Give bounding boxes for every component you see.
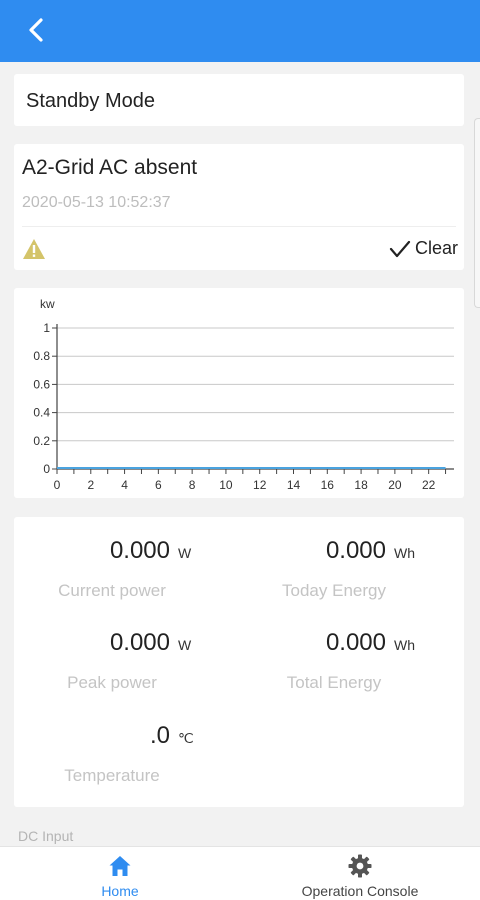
y-axis-label: kw <box>40 297 55 311</box>
peak-power-value: 0.000 <box>109 629 170 656</box>
y-tick-label: 0.4 <box>33 406 50 420</box>
alarm-timestamp: 2020-05-13 10:52:37 <box>22 194 171 211</box>
temperature-label: Temperature <box>64 766 160 785</box>
nav-home[interactable]: Home <box>60 847 180 900</box>
alarm-title: A2-Grid AC absent <box>22 156 198 179</box>
x-tick-label: 10 <box>219 478 233 492</box>
back-arrow-icon <box>29 18 43 42</box>
clear-alarm-button[interactable]: Clear <box>389 238 458 259</box>
nav-home-label: Home <box>101 883 139 899</box>
y-tick-label: 0.2 <box>33 434 50 448</box>
x-tick-label: 12 <box>253 478 267 492</box>
app-header <box>0 0 480 62</box>
current-power-label: Current power <box>58 581 166 600</box>
today-energy-value: 0.000 <box>325 537 386 564</box>
x-tick-label: 0 <box>54 478 61 492</box>
nav-console-label: Operation Console <box>301 883 419 899</box>
x-tick-label: 16 <box>321 478 335 492</box>
current-power-unit: W <box>178 545 192 561</box>
x-tick-label: 14 <box>287 478 301 492</box>
bottom-nav: Home Operation Console <box>0 846 480 900</box>
today-energy-label: Today Energy <box>282 581 386 600</box>
nav-operation-console[interactable]: Operation Console <box>280 847 440 900</box>
x-tick-label: 2 <box>87 478 94 492</box>
back-button[interactable] <box>20 14 52 46</box>
stats-card: 0.000 W Current power 0.000 Wh Today Ene… <box>14 517 464 807</box>
status-card: Standby Mode <box>14 74 464 126</box>
temperature-value: .0 <box>149 722 170 749</box>
side-handle[interactable] <box>474 118 480 308</box>
total-energy-unit: Wh <box>394 637 415 653</box>
x-tick-label: 20 <box>388 478 402 492</box>
x-tick-label: 8 <box>189 478 196 492</box>
y-tick-label: 1 <box>43 321 50 335</box>
today-energy-unit: Wh <box>394 545 415 561</box>
y-tick-label: 0.6 <box>33 377 50 391</box>
home-icon <box>109 856 131 876</box>
alarm-card: A2-Grid AC absent 2020-05-13 10:52:37 Cl… <box>14 144 464 270</box>
peak-power-unit: W <box>178 637 192 653</box>
gear-icon <box>348 854 372 878</box>
clear-label: Clear <box>414 238 458 258</box>
temperature-unit: ℃ <box>178 730 194 746</box>
check-icon <box>389 240 411 257</box>
power-chart-card: kw 0 0.2 0.4 0.6 0.8 1 0 2 4 6 8 10 12 14 16 18 20 22 <box>14 288 464 498</box>
current-power-value: 0.000 <box>109 537 170 564</box>
y-tick-label: 0 <box>43 462 50 476</box>
warning-icon <box>23 239 45 259</box>
power-chart: kw00.20.40.60.810 2 4 6 8 10 12 14 16 18 20 22 <box>33 297 454 492</box>
status-mode-text: Standby Mode <box>26 90 155 112</box>
peak-power-label: Peak power <box>67 673 157 692</box>
divider <box>22 226 456 227</box>
x-tick-label: 4 <box>121 478 128 492</box>
y-tick-label: 0.8 <box>33 349 50 363</box>
x-tick-label: 18 <box>354 478 368 492</box>
dc-input-section-label: DC Input <box>18 828 74 844</box>
x-tick-label: 22 <box>422 478 436 492</box>
total-energy-value: 0.000 <box>325 629 386 656</box>
x-tick-label: 6 <box>155 478 162 492</box>
total-energy-label: Total Energy <box>286 673 382 692</box>
